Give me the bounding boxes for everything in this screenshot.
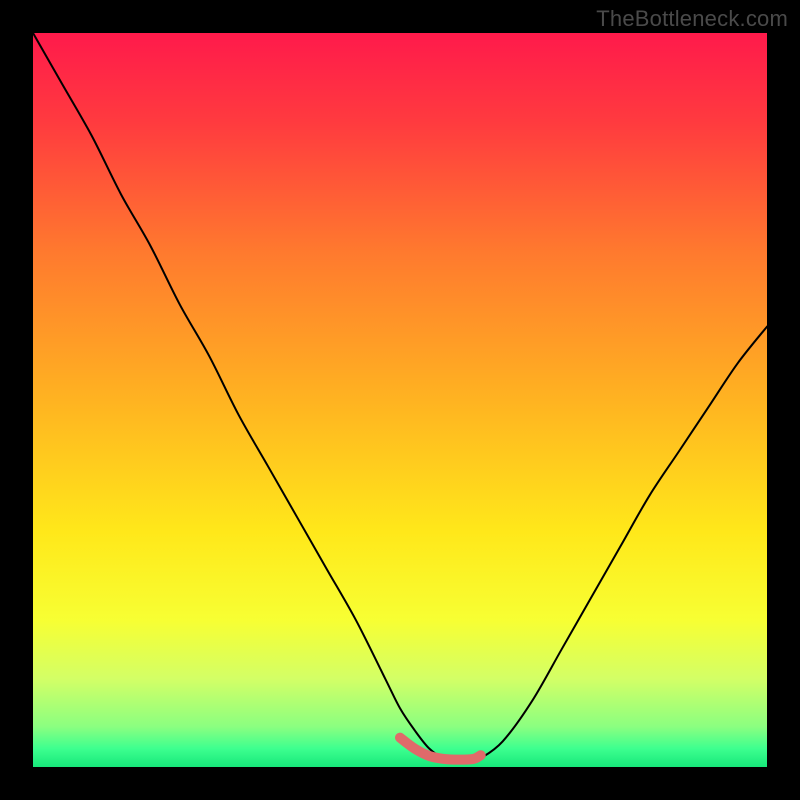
gradient-background [33, 33, 767, 767]
bottleneck-chart-svg [33, 33, 767, 767]
chart-plot-area [33, 33, 767, 767]
watermark-label: TheBottleneck.com [596, 6, 788, 32]
chart-frame: TheBottleneck.com [0, 0, 800, 800]
